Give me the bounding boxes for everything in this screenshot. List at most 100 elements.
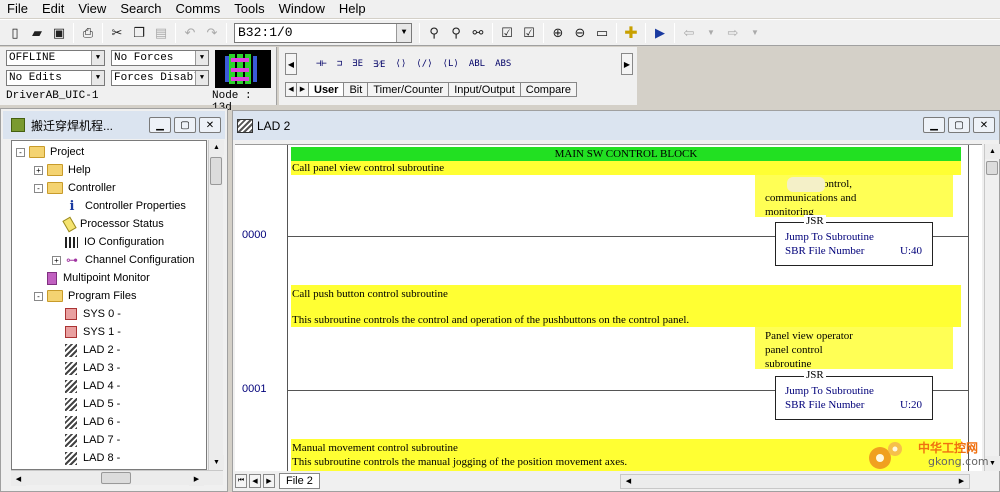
tree-item[interactable]: - Project bbox=[16, 143, 84, 161]
tree-item[interactable]: LAD 2 - bbox=[52, 341, 120, 359]
chevron-down-icon[interactable]: ▼ bbox=[396, 23, 411, 42]
menu-file[interactable]: File bbox=[0, 0, 35, 18]
rung-comment[interactable]: Call panel view control subroutine bbox=[291, 161, 961, 175]
mode-dropdown[interactable]: OFFLINE ▼ bbox=[6, 50, 105, 66]
verify-icon[interactable]: ☑ bbox=[497, 23, 517, 43]
chevron-down-icon[interactable]: ▼ bbox=[91, 51, 104, 65]
jsr-instruction[interactable]: JSR Jump To Subroutine SBR File Number U… bbox=[775, 215, 933, 266]
jsr-sbr-value[interactable]: U:20 bbox=[900, 399, 922, 411]
instr-xic[interactable]: ⊣⊢ bbox=[316, 59, 327, 69]
verify-project-icon[interactable]: ☑ bbox=[519, 23, 539, 43]
print-icon[interactable]: ⎙ bbox=[78, 23, 98, 43]
tree-hscroll-thumb[interactable] bbox=[101, 472, 131, 484]
back-icon[interactable]: ⇦ bbox=[679, 23, 699, 43]
copy-icon[interactable]: ❐ bbox=[129, 23, 149, 43]
tree-item[interactable]: + Help bbox=[34, 161, 91, 179]
tree-item[interactable]: LAD 8 - bbox=[52, 449, 120, 467]
instr-xio[interactable]: ∃E bbox=[352, 59, 363, 69]
minimize-icon[interactable]: ▁ bbox=[149, 117, 171, 133]
tab-compare[interactable]: Compare bbox=[520, 81, 577, 97]
expand-icon[interactable]: + bbox=[34, 165, 43, 175]
chevron-down-icon[interactable]: ▼ bbox=[195, 71, 208, 85]
rung-number[interactable]: 0000 bbox=[242, 229, 266, 241]
tab-user[interactable]: User bbox=[309, 81, 345, 97]
menu-search[interactable]: Search bbox=[113, 0, 168, 18]
instr-xio-neg[interactable]: ∃⁄E bbox=[373, 59, 385, 70]
collapse-icon[interactable]: - bbox=[16, 147, 25, 157]
scroll-right-icon[interactable]: ▶ bbox=[953, 474, 969, 488]
restore-icon[interactable]: ▢ bbox=[948, 117, 970, 133]
instr-ote[interactable]: ⟨⟩ bbox=[395, 59, 406, 69]
scroll-down-icon[interactable]: ▼ bbox=[209, 455, 224, 470]
cross-reference-icon[interactable]: ⚯ bbox=[468, 23, 488, 43]
tree-horizontal-scrollbar[interactable]: ◀ ▶ bbox=[11, 470, 223, 486]
instr-abl[interactable]: ABL bbox=[469, 59, 485, 69]
forces-dropdown[interactable]: No Forces ▼ bbox=[111, 50, 209, 66]
scroll-up-icon[interactable]: ▲ bbox=[985, 144, 1000, 159]
tree-item[interactable]: LAD 4 - bbox=[52, 377, 120, 395]
output-note[interactable]: ontrol, communications and monitoring bbox=[755, 175, 953, 218]
ladder-canvas[interactable]: MAIN SW CONTROL BLOCK Call panel view co… bbox=[235, 144, 982, 471]
tab-timer-counter[interactable]: Timer/Counter bbox=[368, 81, 450, 97]
tree-item[interactable]: i Controller Properties bbox=[52, 197, 186, 215]
tree-scroll-thumb[interactable] bbox=[210, 157, 222, 185]
tree-item[interactable]: LAD 5 - bbox=[52, 395, 120, 413]
scroll-right-icon[interactable]: ▶ bbox=[189, 471, 204, 486]
instr-abs[interactable]: ABS bbox=[495, 59, 511, 69]
find-icon[interactable]: ⚲ bbox=[424, 23, 444, 43]
tree-item[interactable]: IO Configuration bbox=[52, 233, 164, 251]
ladder-vertical-scrollbar[interactable]: ▲ ▼ bbox=[984, 144, 1000, 471]
tree-item[interactable]: - Program Files bbox=[34, 287, 136, 305]
menu-view[interactable]: View bbox=[71, 0, 113, 18]
palette-scroll-right-icon[interactable]: ▶ bbox=[621, 53, 633, 75]
rung-comment[interactable]: Manual movement control subroutine This … bbox=[291, 439, 961, 471]
restore-icon[interactable]: ▢ bbox=[174, 117, 196, 133]
scroll-left-icon[interactable]: ◀ bbox=[620, 474, 636, 488]
tree-vertical-scrollbar[interactable]: ▲ ▼ bbox=[208, 140, 224, 470]
prev-file-icon[interactable]: ◀ bbox=[249, 474, 261, 488]
paste-icon[interactable]: ▤ bbox=[151, 23, 171, 43]
collapse-icon[interactable]: - bbox=[34, 291, 43, 301]
zoom-in-icon[interactable]: ⊕ bbox=[548, 23, 568, 43]
scroll-up-icon[interactable]: ▲ bbox=[209, 140, 224, 155]
expand-icon[interactable]: + bbox=[52, 255, 61, 265]
save-icon[interactable]: ▣ bbox=[49, 23, 69, 43]
close-icon[interactable]: ✕ bbox=[973, 117, 995, 133]
chevron-down-icon[interactable]: ▼ bbox=[91, 71, 104, 85]
tree-item[interactable]: SYS 1 - bbox=[52, 323, 121, 341]
redo-icon[interactable]: ↷ bbox=[202, 23, 222, 43]
rung-number[interactable]: 0001 bbox=[242, 383, 266, 395]
new-file-icon[interactable]: ▯ bbox=[5, 23, 25, 43]
jsr-instruction[interactable]: JSR Jump To Subroutine SBR File Number U… bbox=[775, 369, 933, 420]
instr-branch[interactable]: ⊐ bbox=[337, 59, 342, 69]
forward-icon[interactable]: ⇨ bbox=[723, 23, 743, 43]
minimize-icon[interactable]: ▁ bbox=[923, 117, 945, 133]
edits-dropdown[interactable]: No Edits ▼ bbox=[6, 70, 105, 86]
menu-tools[interactable]: Tools bbox=[227, 0, 271, 18]
output-note[interactable]: Panel view operator panel control subrou… bbox=[755, 327, 953, 370]
add-icon[interactable]: ✚ bbox=[621, 23, 641, 43]
tree-item[interactable]: SYS 0 - bbox=[52, 305, 121, 323]
menu-comms[interactable]: Comms bbox=[169, 0, 228, 18]
tree-item[interactable]: + ⊶ Channel Configuration bbox=[52, 251, 194, 269]
tab-bit[interactable]: Bit bbox=[344, 81, 369, 97]
forces-enable-dropdown[interactable]: Forces Disable ▼ bbox=[111, 70, 209, 86]
next-file-icon[interactable]: ▶ bbox=[263, 474, 275, 488]
instr-otl[interactable]: ⟨L⟩ bbox=[443, 59, 459, 69]
tree-item[interactable]: LAD 7 - bbox=[52, 431, 120, 449]
scroll-left-icon[interactable]: ◀ bbox=[11, 471, 26, 486]
back-history-icon[interactable]: ▼ bbox=[701, 23, 721, 43]
chevron-down-icon[interactable]: ▼ bbox=[195, 51, 208, 65]
tree-item[interactable]: - Controller bbox=[34, 179, 116, 197]
tree-item[interactable]: LAD 6 - bbox=[52, 413, 120, 431]
address-combo[interactable]: B32:1/0 ▼ bbox=[234, 22, 412, 43]
rung-comment[interactable]: Call push button control subroutine This… bbox=[291, 285, 961, 327]
first-file-icon[interactable]: ⏮ bbox=[235, 474, 247, 488]
tab-right-icon[interactable]: ▶ bbox=[297, 81, 309, 97]
tab-left-icon[interactable]: ◀ bbox=[285, 81, 297, 97]
ladder-scroll-thumb[interactable] bbox=[986, 161, 998, 175]
zoom-out-icon[interactable]: ⊖ bbox=[570, 23, 590, 43]
file-tab[interactable]: File 2 bbox=[279, 473, 320, 489]
menu-edit[interactable]: Edit bbox=[35, 0, 71, 18]
collapse-icon[interactable]: - bbox=[34, 183, 43, 193]
